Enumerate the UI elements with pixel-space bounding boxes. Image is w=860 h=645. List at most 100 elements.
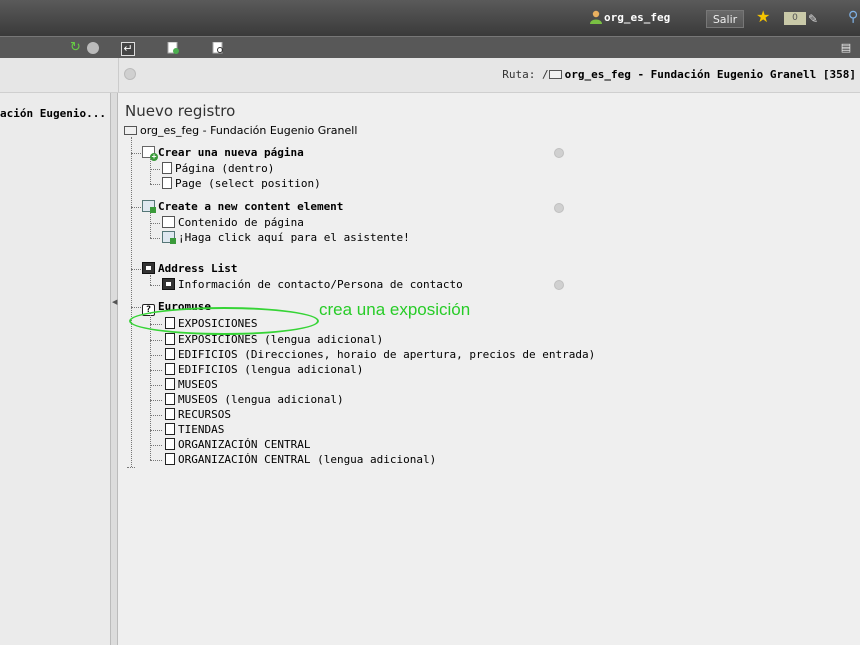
path-bar: Ruta: / org_es_feg - Fundación Eugenio Gr… (0, 58, 860, 93)
tree-branch (150, 415, 162, 416)
list-item[interactable]: RECURSOS (165, 408, 231, 422)
ruta-value[interactable]: org_es_feg - Fundación Eugenio Granell [… (565, 68, 856, 81)
tree-line-end (127, 467, 135, 468)
help-icon[interactable] (554, 280, 564, 290)
tree-line (150, 313, 151, 460)
tree-item-root[interactable]: ación Eugenio... (0, 107, 106, 120)
list-item[interactable]: EDIFICIOS (lengua adicional) (165, 363, 363, 377)
folder-icon (124, 126, 137, 135)
new-page-icon[interactable] (167, 41, 179, 54)
notification-badge[interactable]: 0 (784, 12, 806, 25)
record-icon (165, 333, 175, 345)
search-icon[interactable]: ⚲ (848, 9, 858, 25)
tree-branch (150, 355, 162, 356)
record-icon (165, 378, 175, 390)
user-icon (590, 10, 602, 24)
help-icon[interactable] (124, 68, 136, 80)
record-icon (165, 438, 175, 450)
tree-branch (131, 269, 141, 270)
group-title: Address List (158, 262, 238, 275)
tree-branch (150, 184, 160, 185)
toolbar: ↻ ↵ ▤ (0, 36, 860, 59)
tree-branch (131, 307, 141, 308)
item-label: ORGANIZACIÓN CENTRAL (178, 438, 311, 451)
list-item[interactable]: ¡Haga click aquí para el asistente! (162, 231, 410, 245)
item-label: RECURSOS (178, 408, 231, 421)
record-icon (165, 423, 175, 435)
collapse-arrow-icon[interactable]: ◀ (112, 298, 117, 306)
root-page-label: org_es_feg - Fundación Eugenio Granell (140, 124, 358, 137)
tree-branch (150, 223, 160, 224)
tree-branch (150, 340, 162, 341)
ruta-label: Ruta: / (502, 68, 549, 81)
tree-toolbar: ↻ (0, 37, 110, 59)
tree-branch (131, 207, 141, 208)
tree-branch (150, 400, 162, 401)
item-label: EDIFICIOS (lengua adicional) (178, 363, 364, 376)
top-bar: org_es_feg Salir ★ 0 ✎ ⚲ (0, 0, 860, 36)
help-icon[interactable] (554, 203, 564, 213)
group-title: Crear una nueva página (158, 146, 304, 159)
item-label: TIENDAS (178, 423, 225, 436)
wizard-icon (162, 231, 176, 244)
tree-branch (150, 285, 160, 286)
annotation-text: crea una exposición (319, 300, 471, 319)
page-tree-sidebar: ación Eugenio... (0, 93, 110, 645)
view-page-icon[interactable] (212, 41, 224, 54)
edit-note-icon[interactable]: ✎ (808, 12, 818, 26)
main-panel: Nuevo registro org_es_feg - Fundación Eu… (118, 93, 860, 645)
tree-branch (150, 238, 160, 239)
group-new-page[interactable]: Crear una nueva página (142, 146, 304, 161)
back-icon[interactable]: ↵ (121, 42, 135, 56)
refresh-icon[interactable]: ↻ (70, 40, 81, 55)
page-icon (162, 177, 172, 189)
group-content-element[interactable]: Create a new content element (142, 200, 343, 214)
item-label: Información de contacto/Persona de conta… (178, 278, 463, 291)
tree-branch (150, 430, 162, 431)
content-icon (162, 216, 175, 228)
item-label: Contenido de página (178, 216, 304, 229)
list-view-icon[interactable]: ▤ (840, 42, 852, 54)
record-icon (165, 453, 175, 465)
tree-branch (150, 370, 162, 371)
record-icon (165, 363, 175, 375)
list-item[interactable]: Page (select position) (162, 177, 321, 191)
item-label: Página (dentro) (175, 162, 275, 175)
page-title: Nuevo registro (125, 102, 236, 120)
tree-branch (150, 460, 162, 461)
page-icon (162, 162, 172, 174)
list-item[interactable]: Información de contacto/Persona de conta… (162, 278, 463, 292)
path-separator (118, 58, 119, 92)
bookmark-star-icon[interactable]: ★ (756, 7, 770, 26)
item-label: ORGANIZACIÓN CENTRAL (lengua adicional) (178, 453, 437, 466)
list-item[interactable]: Contenido de página (162, 216, 304, 230)
content-element-icon (142, 200, 156, 213)
record-icon (165, 393, 175, 405)
breadcrumb: Ruta: / org_es_feg - Fundación Eugenio Gr… (502, 68, 856, 81)
list-item[interactable]: ORGANIZACIÓN CENTRAL (lengua adicional) (165, 453, 436, 467)
tree-line (131, 137, 132, 467)
item-label: EXPOSICIONES (lengua adicional) (178, 333, 384, 346)
filter-icon[interactable] (87, 42, 99, 54)
panel-splitter[interactable]: ◀ (110, 93, 118, 645)
username-link[interactable]: org_es_feg (604, 11, 670, 24)
item-label: EDIFICIOS (Direcciones, horaio de apertu… (178, 348, 596, 361)
logout-button[interactable]: Salir (706, 10, 744, 28)
list-item[interactable]: MUSEOS (165, 378, 218, 392)
list-item[interactable]: EDIFICIOS (Direcciones, horaio de apertu… (165, 348, 595, 362)
list-item[interactable]: MUSEOS (lengua adicional) (165, 393, 344, 407)
record-icon (165, 408, 175, 420)
item-label: MUSEOS (178, 378, 218, 391)
highlight-ellipse (129, 307, 319, 335)
list-item[interactable]: EXPOSICIONES (lengua adicional) (165, 333, 383, 347)
group-address-list[interactable]: Address List (142, 262, 237, 276)
item-label: Page (select position) (175, 177, 321, 190)
list-item[interactable]: Página (dentro) (162, 162, 274, 176)
root-page: org_es_feg - Fundación Eugenio Granell (124, 124, 357, 137)
item-label: MUSEOS (lengua adicional) (178, 393, 344, 406)
address-list-icon (142, 262, 155, 274)
list-item[interactable]: TIENDAS (165, 423, 224, 437)
list-item[interactable]: ORGANIZACIÓN CENTRAL (165, 438, 310, 452)
tree-line (150, 275, 151, 285)
help-icon[interactable] (554, 148, 564, 158)
